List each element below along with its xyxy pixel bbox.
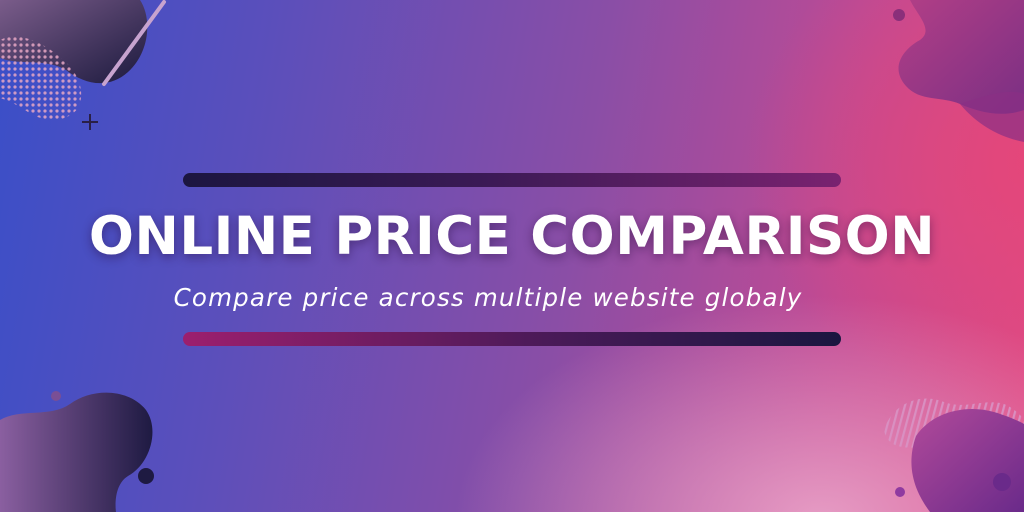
banner-subtitle: Compare price across multiple website gl…: [173, 283, 803, 312]
top-right-blob-shape: [893, 0, 1024, 142]
top-left-blob-shape: [0, 0, 166, 130]
bottom-left-blob-shape: [0, 391, 154, 512]
banner-title: ONLINE PRICE COMPARISON: [88, 206, 936, 267]
bottom-right-blob-shape: [884, 398, 1024, 512]
top-divider-bar: [183, 173, 841, 187]
banner: ONLINE PRICE COMPARISON Compare price ac…: [0, 0, 1024, 512]
bottom-divider-bar: [183, 332, 841, 346]
